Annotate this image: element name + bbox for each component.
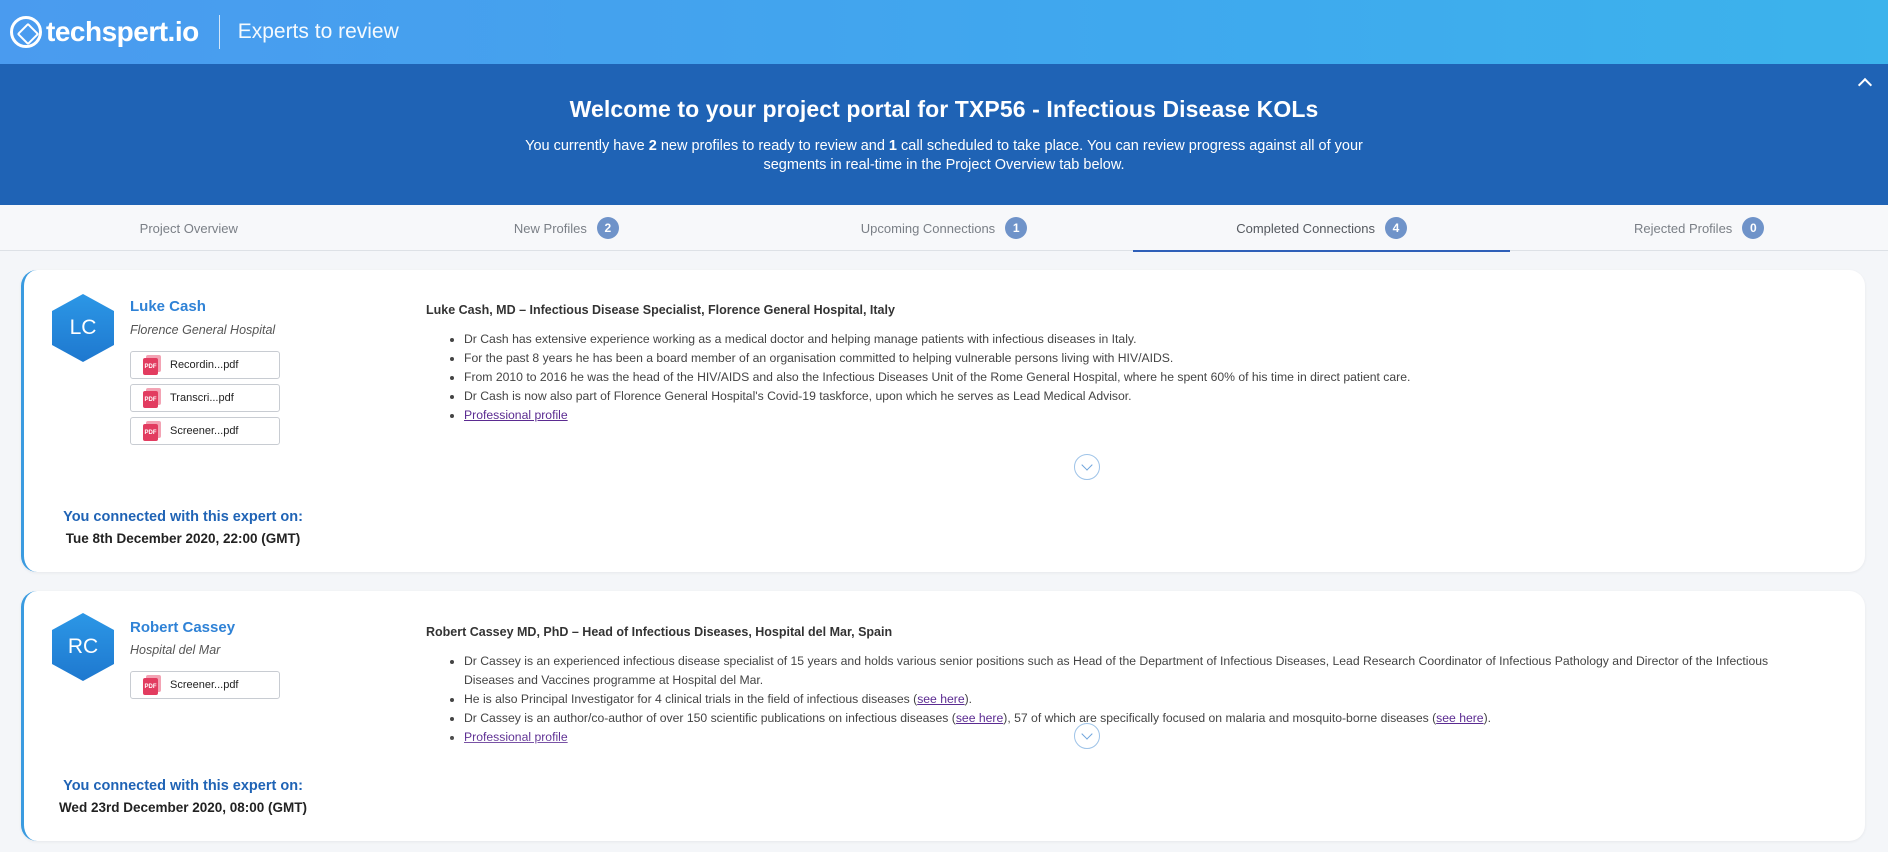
count-badge: 4 xyxy=(1384,217,1407,239)
expert-name[interactable]: Robert Cassey xyxy=(130,619,235,636)
tab-project-overview[interactable]: Project Overview xyxy=(0,205,378,251)
banner-text: You currently have 2 new profiles to rea… xyxy=(514,137,1374,175)
tab-label: Rejected Profiles xyxy=(1634,220,1733,236)
bio-list: Dr Cash has extensive experience working… xyxy=(426,330,1776,425)
scheduled-calls-count: 1 xyxy=(888,138,897,154)
bio-text: ). xyxy=(1483,711,1492,725)
avatar: LC xyxy=(52,294,114,362)
chevron-down-icon[interactable] xyxy=(1074,454,1100,480)
header-divider xyxy=(218,15,220,49)
bio-point: For the past 8 years he has been a board… xyxy=(464,349,1776,368)
bio-title: Robert Cassey MD, PhD – Head of Infectio… xyxy=(426,625,893,639)
pdf-icon: PDF xyxy=(143,675,161,695)
expert-card: LC Luke Cash Florence General Hospital P… xyxy=(21,270,1865,572)
tab-bar: Project Overview New Profiles 2 Upcoming… xyxy=(0,205,1888,252)
pdf-icon: PDF xyxy=(143,421,161,441)
banner-text-part: You currently have xyxy=(525,138,649,154)
logo-icon xyxy=(10,16,42,48)
chevron-down-icon[interactable] xyxy=(1074,723,1100,749)
bio-text: Dr Cassey is an author/co-author of over… xyxy=(464,711,956,725)
bio-list: Dr Cassey is an experienced infectious d… xyxy=(426,652,1776,747)
count-badge: 1 xyxy=(1005,217,1028,239)
connected-date: Tue 8th December 2020, 22:00 (GMT) xyxy=(65,531,301,546)
tab-label: New Profiles xyxy=(513,220,587,236)
bio-point: From 2010 to 2016 he was the head of the… xyxy=(464,368,1776,387)
tab-new-profiles[interactable]: New Profiles 2 xyxy=(378,205,756,251)
expert-organization: Hospital del Mar xyxy=(130,643,221,657)
bio-text: ), 57 of which are specifically focused … xyxy=(1003,711,1437,725)
file-name: Screener...pdf xyxy=(170,679,239,691)
bio-title: Luke Cash, MD – Infectious Disease Speci… xyxy=(426,303,895,317)
screener-file-button[interactable]: PDF Screener...pdf xyxy=(130,417,280,445)
expert-bio: Luke Cash, MD – Infectious Disease Speci… xyxy=(426,303,1776,425)
avatar: RC xyxy=(52,613,114,681)
tab-completed-connections[interactable]: Completed Connections 4 xyxy=(1132,205,1511,252)
connected-label: You connected with this expert on: xyxy=(63,509,303,525)
bio-point: He is also Principal Investigator for 4 … xyxy=(464,690,1776,709)
fade-overlay xyxy=(426,736,1776,766)
see-here-link[interactable]: see here xyxy=(956,711,1003,725)
logo-text: techspert.io xyxy=(46,16,199,47)
professional-profile-link[interactable]: Professional profile xyxy=(464,408,568,422)
file-name: Transcri...pdf xyxy=(170,392,234,404)
page-title: Experts to review xyxy=(237,20,399,43)
see-here-link[interactable]: see here xyxy=(1436,711,1483,725)
connected-label: You connected with this expert on: xyxy=(63,778,303,794)
tab-label: Completed Connections xyxy=(1236,220,1375,236)
bio-point: Professional profile xyxy=(464,406,1776,425)
tab-rejected-profiles[interactable]: Rejected Profiles 0 xyxy=(1510,205,1888,251)
pdf-icon: PDF xyxy=(143,355,161,375)
pdf-icon: PDF xyxy=(143,388,161,408)
file-name: Recordin...pdf xyxy=(170,359,239,371)
bio-point: Dr Cash is now also part of Florence Gen… xyxy=(464,387,1776,406)
expert-name[interactable]: Luke Cash xyxy=(130,298,206,315)
banner-title: Welcome to your project portal for TXP56… xyxy=(569,96,1319,122)
see-here-link[interactable]: see here xyxy=(917,692,964,706)
bio-body: Dr Cassey is an experienced infectious d… xyxy=(426,639,1776,766)
expert-organization: Florence General Hospital xyxy=(130,323,276,337)
tab-label: Project Overview xyxy=(139,220,238,236)
welcome-banner: Welcome to your project portal for TXP56… xyxy=(0,64,1888,205)
file-name: Screener...pdf xyxy=(170,425,239,437)
count-badge: 0 xyxy=(1742,217,1765,239)
tab-label: Upcoming Connections xyxy=(860,220,996,236)
bio-point: Dr Cash has extensive experience working… xyxy=(464,330,1776,349)
top-bar: techspert.io Experts to review xyxy=(0,0,1888,64)
expert-card: RC Robert Cassey Hospital del Mar PDF Sc… xyxy=(21,591,1865,841)
expert-bio: Robert Cassey MD, PhD – Head of Infectio… xyxy=(426,625,1776,766)
banner-text-part: new profiles to ready to review and xyxy=(656,138,889,154)
bio-point: Dr Cassey is an experienced infectious d… xyxy=(464,652,1776,690)
techspert-logo[interactable]: techspert.io xyxy=(10,16,199,48)
count-badge: 2 xyxy=(596,217,619,239)
chevron-up-icon[interactable] xyxy=(1857,77,1873,93)
screener-file-button[interactable]: PDF Screener...pdf xyxy=(130,671,280,699)
connected-date: Wed 23rd December 2020, 08:00 (GMT) xyxy=(58,800,308,815)
bio-text: He is also Principal Investigator for 4 … xyxy=(464,692,918,706)
new-profiles-count: 2 xyxy=(648,138,657,154)
bio-point: Dr Cassey is an author/co-author of over… xyxy=(464,709,1776,728)
recording-file-button[interactable]: PDF Recordin...pdf xyxy=(130,351,280,379)
tab-upcoming-connections[interactable]: Upcoming Connections 1 xyxy=(755,205,1133,251)
transcript-file-button[interactable]: PDF Transcri...pdf xyxy=(130,384,280,412)
bio-text: ). xyxy=(964,692,973,706)
